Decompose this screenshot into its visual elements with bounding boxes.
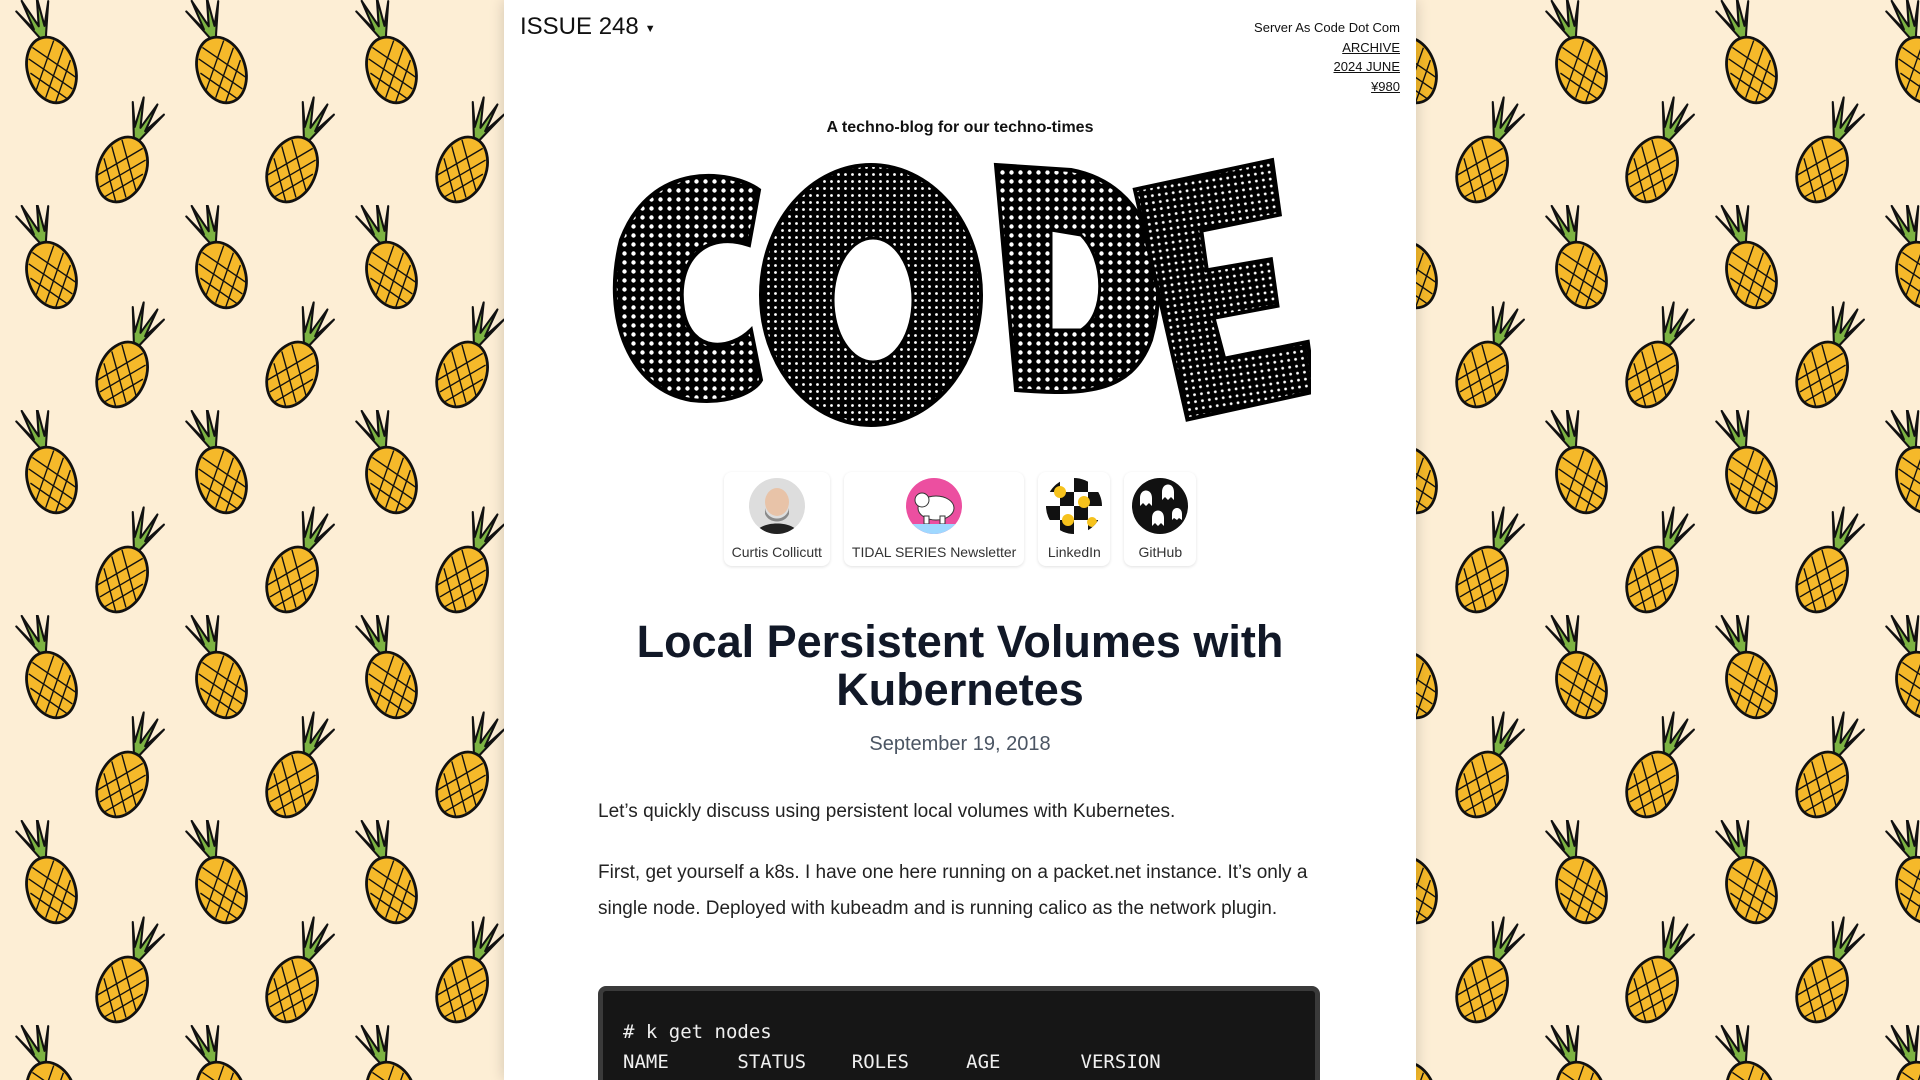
link-github[interactable]: GitHub [1124, 472, 1197, 566]
article-date: September 19, 2018 [869, 733, 1051, 755]
logo-letter-o [759, 163, 983, 427]
logo-letter-e [1132, 157, 1311, 422]
polar-bear-icon [906, 478, 963, 534]
link-curtis-collicutt[interactable]: Curtis Collicutt [723, 472, 830, 566]
code-logo [612, 157, 1311, 427]
article-paragraph-1: Let’s quickly discuss using persistent l… [598, 801, 1176, 822]
archive-link[interactable]: ARCHIVE [1254, 38, 1400, 58]
newsletter-page: ISSUE 248 ▼ Server As Code Dot Com ARCHI… [504, 0, 1416, 1080]
link-label: GitHub [1138, 544, 1183, 560]
tagline: A techno-blog for our techno-times [826, 119, 1094, 136]
link-linkedin[interactable]: LinkedIn [1038, 472, 1111, 566]
logo-letter-d [993, 162, 1161, 395]
article-title: Local Persistent Volumes with Kubernetes [636, 616, 1284, 715]
link-label: Curtis Collicutt [731, 544, 822, 560]
price-link[interactable]: ¥980 [1254, 77, 1400, 97]
masthead-meta: Server As Code Dot Com ARCHIVE 2024 JUNE… [1254, 18, 1400, 96]
link-label: TIDAL SERIES Newsletter [851, 544, 1017, 560]
issue-label: ISSUE 248 [520, 13, 639, 40]
code-line: NAME STATUS ROLES AGE VERSION [623, 1051, 1161, 1073]
ghost-pattern-icon [1132, 478, 1189, 534]
logo-letter-c [612, 173, 764, 403]
article-paragraph-2: First, get yourself a k8s. I have one he… [598, 862, 1308, 919]
smiley-checker-icon [1046, 478, 1103, 534]
code-block: # k get nodes NAME STATUS ROLES AGE VERSI… [598, 986, 1320, 1080]
site-name: Server As Code Dot Com [1254, 20, 1400, 35]
issue-dropdown[interactable]: ISSUE 248 ▼ [520, 13, 656, 41]
code-line: # k get nodes [623, 1021, 772, 1043]
link-tidal-series-newsletter[interactable]: TIDAL SERIES Newsletter [843, 472, 1025, 566]
author-avatar-icon [748, 478, 805, 534]
link-label: LinkedIn [1047, 544, 1101, 560]
chevron-down-icon: ▼ [644, 22, 656, 35]
profile-links: Curtis Collicutt TIDAL SERIES Newsletter [504, 472, 1416, 566]
edition-link[interactable]: 2024 JUNE [1254, 57, 1400, 77]
